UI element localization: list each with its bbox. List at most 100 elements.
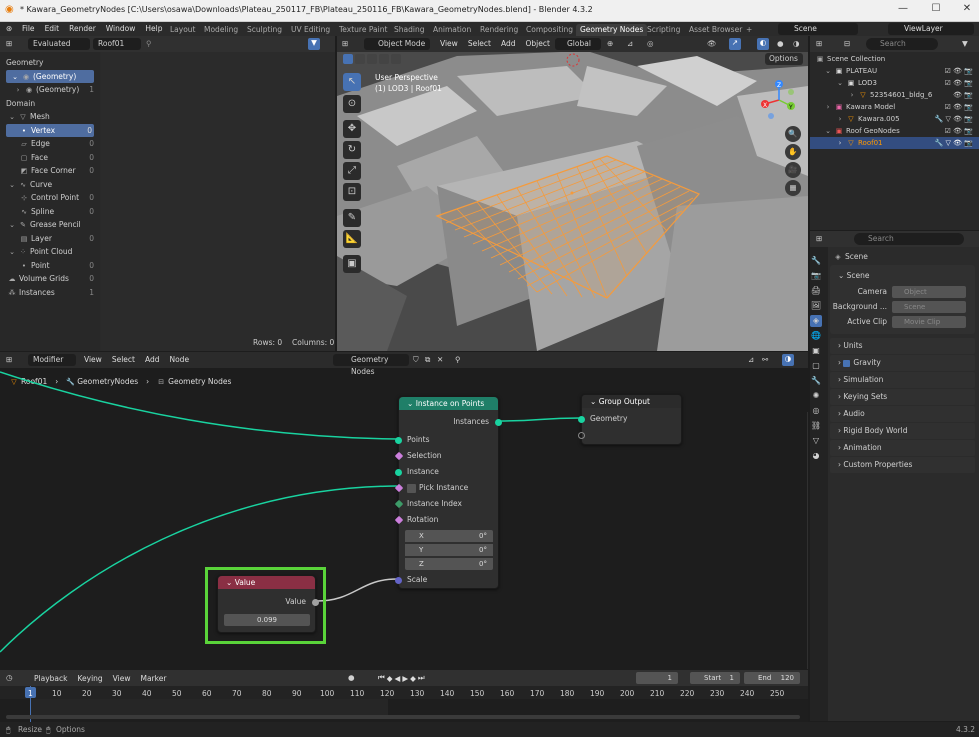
rigid-body-world-panel[interactable]: › Rigid Body World (830, 423, 975, 439)
node-collapse-icon[interactable]: ⌄ (407, 399, 413, 408)
timeline-menu-view[interactable]: View (113, 674, 131, 683)
instance-on-points-node[interactable]: ⌄ Instance on Points Instances Points Se… (394, 396, 502, 589)
tool-tab-icon[interactable]: 🔧 (810, 255, 822, 267)
add-cube-tool-icon[interactable]: ▣ (343, 255, 361, 273)
list-item[interactable]: ▢ Face 0 (0, 151, 100, 165)
timeline-menu-keying[interactable]: Keying (77, 674, 102, 683)
outliner-item[interactable]: ⌄ ▣ LOD3 ☑ 👁 📷 (810, 77, 979, 89)
material-tab-icon[interactable]: ◕ (810, 450, 822, 462)
tab-texture-paint[interactable]: Texture Paint (335, 24, 391, 36)
editor-type-icon[interactable]: ⊞ (342, 39, 348, 48)
grid-toggle-icon[interactable]: ▦ (785, 180, 801, 196)
editor-type-icon[interactable]: ⊞ (6, 39, 12, 48)
tab-sculpting[interactable]: Sculpting (243, 24, 286, 36)
timeline-area[interactable]: 1 10 20 30 40 50 60 70 80 90 100 110 120… (0, 686, 808, 722)
node-collapse-icon[interactable]: ⌄ (226, 578, 232, 587)
jump-end-icon[interactable]: ⏭ (418, 673, 427, 683)
scene-panel-header[interactable]: ⌄ Scene (830, 268, 975, 284)
physics-tab-icon[interactable]: ◎ (810, 405, 822, 417)
rotate-tool-icon[interactable]: ↻ (343, 141, 361, 159)
scene-selector[interactable]: Scene (778, 23, 858, 35)
cursor-tool-icon[interactable]: ⊙ (343, 95, 361, 113)
node-header[interactable]: ⌄ Group Output (582, 395, 681, 408)
menu-window[interactable]: Window (106, 24, 136, 33)
collection-tab-icon[interactable]: ▣ (810, 345, 822, 357)
pin-icon[interactable]: ⚲ (146, 39, 152, 48)
modifier-tab-icon[interactable]: 🔧 (810, 375, 822, 387)
display-mode-icon[interactable]: ⊟ (844, 39, 850, 48)
object-tab-icon[interactable]: ▢ (810, 360, 822, 372)
navigation-gizmo[interactable]: X Y Z (755, 76, 803, 124)
filter-icon[interactable]: ▼ (308, 38, 320, 50)
tab-scripting[interactable]: Scripting (643, 24, 684, 36)
timeline-scrollbar[interactable] (6, 715, 800, 719)
geometry-input-socket[interactable] (578, 416, 585, 423)
rotation-z-field[interactable]: Z 0° (405, 558, 493, 570)
viewport-menu-view[interactable]: View (440, 39, 458, 48)
outliner-item[interactable]: › ▽ 52354601_bldg_6 👁 📷 (810, 89, 979, 101)
mode-dropdown[interactable]: Object Mode (364, 38, 430, 50)
options-dropdown[interactable]: Options (765, 53, 803, 65)
transform-tool-icon[interactable]: ⊡ (343, 183, 361, 201)
select-box-icon[interactable] (343, 54, 353, 64)
visibility-icon[interactable]: 👁 (707, 39, 717, 48)
next-key-icon[interactable]: ◆ (410, 674, 418, 683)
tab-layout[interactable]: Layout (166, 24, 200, 36)
output-tab-icon[interactable]: 🖨 (810, 285, 822, 297)
zoom-icon[interactable]: 🔍 (785, 126, 801, 142)
orientation-dropdown[interactable]: Global (555, 38, 601, 50)
menu-edit[interactable]: Edit (45, 24, 60, 33)
editor-type-icon[interactable]: ⊞ (816, 234, 822, 243)
keying-sets-panel[interactable]: › Keying Sets (830, 389, 975, 405)
outliner-item[interactable]: › ▽ Kawara.005 🔧 ▽ 👁 📷 (810, 113, 979, 125)
list-item[interactable]: ☁ Volume Grids 0 (0, 272, 100, 286)
node-header[interactable]: ⌄ Value (218, 576, 315, 589)
outliner-item[interactable]: ▣ Scene Collection (810, 53, 979, 65)
shading-material-icon[interactable]: ◑ (793, 39, 800, 48)
move-tool-icon[interactable]: ✥ (343, 120, 361, 138)
tab-shading[interactable]: Shading (390, 24, 428, 36)
tab-compositing[interactable]: Compositing (522, 24, 577, 36)
editor-type-icon[interactable]: ◷ (6, 673, 13, 682)
viewport-menu-select[interactable]: Select (468, 39, 491, 48)
scene-tab-icon[interactable]: ◈ (810, 315, 822, 327)
proportional-icon[interactable]: ◎ (647, 39, 654, 48)
simulation-panel[interactable]: › Simulation (830, 372, 975, 388)
tab-asset-browser[interactable]: Asset Browser (685, 24, 746, 36)
node-editor[interactable]: ⊞ Modifier View Select Add Node Geometry… (0, 352, 808, 669)
background-field[interactable]: Scene (892, 301, 966, 313)
editor-type-icon[interactable]: ⊞ (816, 39, 822, 48)
tab-rendering[interactable]: Rendering (476, 24, 522, 36)
measure-tool-icon[interactable]: 📐 (343, 230, 361, 248)
list-item[interactable]: ∿ Spline 0 (0, 205, 100, 219)
3d-viewport[interactable]: ⊞ Object Mode View Select Add Object Glo… (337, 36, 808, 351)
list-item[interactable]: ⊹ Control Point 0 (0, 191, 100, 205)
maximize-button[interactable]: ☐ (929, 3, 943, 17)
record-icon[interactable]: ● (348, 673, 355, 682)
menu-help[interactable]: Help (145, 24, 162, 33)
animation-panel[interactable]: › Animation (830, 440, 975, 456)
value-output-socket[interactable] (312, 599, 319, 606)
snap-icon[interactable]: ⊿ (627, 39, 633, 48)
pan-hand-icon[interactable]: ✋ (785, 144, 801, 160)
particles-tab-icon[interactable]: ✺ (810, 390, 822, 402)
outliner-search-input[interactable]: Search (866, 38, 938, 50)
select-intersect-icon[interactable] (391, 54, 401, 64)
overlay-toggle-icon[interactable]: ◐ (757, 38, 769, 50)
list-item[interactable]: ⁂ Instances 1 (0, 286, 100, 300)
pivot-icon[interactable]: ⊕ (607, 39, 613, 48)
render-tab-icon[interactable]: 📷 (810, 270, 822, 282)
tab-geometry-nodes[interactable]: Geometry Nodes (576, 24, 648, 36)
timeline-menu-playback[interactable]: Playback (34, 674, 67, 683)
filter-icon[interactable]: ▼ (962, 39, 968, 48)
pick-instance-checkbox[interactable] (407, 484, 416, 493)
shading-solid-icon[interactable]: ● (777, 39, 784, 48)
blender-menu-icon[interactable]: ⊛ (6, 24, 12, 33)
audio-panel[interactable]: › Audio (830, 406, 975, 422)
tab-animation[interactable]: Animation (429, 24, 475, 36)
tab-modeling[interactable]: Modeling (200, 24, 242, 36)
select-extend-icon[interactable] (355, 54, 365, 64)
camera-field[interactable]: Object (892, 286, 966, 298)
units-panel[interactable]: › Units (830, 338, 975, 354)
list-item[interactable]: ⌄ ◉ (Geometry) (6, 69, 94, 83)
